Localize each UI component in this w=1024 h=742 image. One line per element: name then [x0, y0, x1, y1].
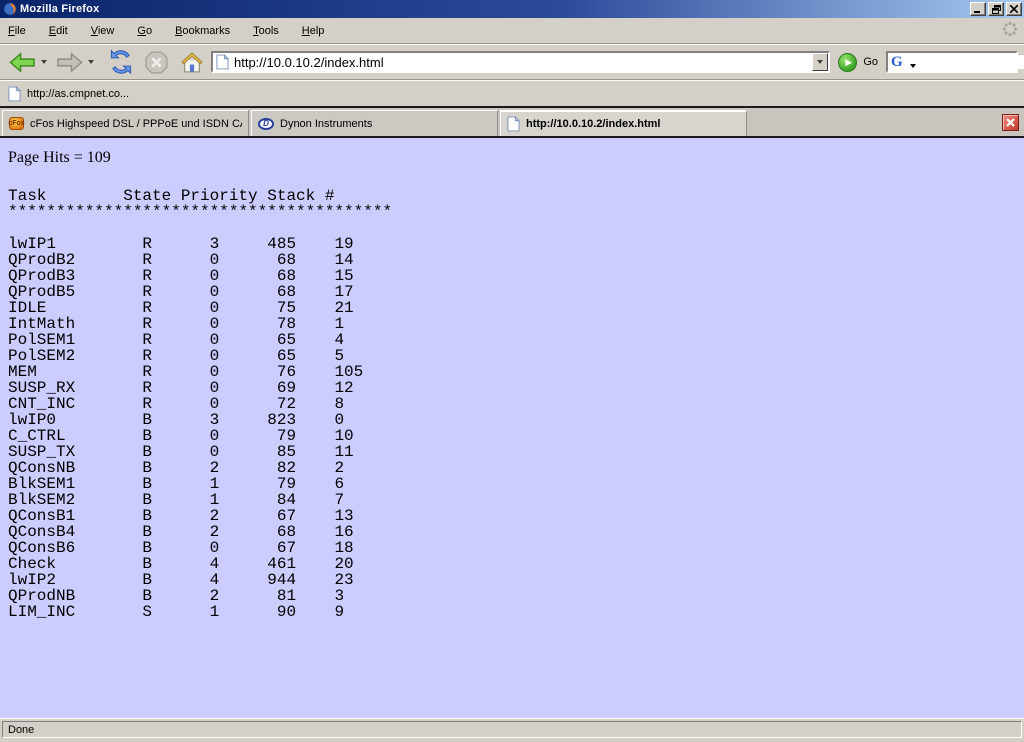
- task-row: QProdB3 R 0 68 15: [8, 268, 1016, 284]
- bookmark-label: http://as.cmpnet.co...: [27, 88, 129, 100]
- task-row: SUSP_RX R 0 69 12: [8, 380, 1016, 396]
- firefox-logo-icon: [3, 2, 17, 16]
- task-table: Task State Priority Stack # ************…: [8, 188, 1016, 620]
- task-table-header: Task State Priority Stack #: [8, 188, 1016, 204]
- task-row: QConsB1 B 2 67 13: [8, 508, 1016, 524]
- google-logo-icon[interactable]: G: [891, 55, 903, 70]
- tab-label: Dynon Instruments: [280, 118, 372, 130]
- title-bar: Mozilla Firefox: [0, 0, 1024, 18]
- reload-button[interactable]: [108, 49, 134, 75]
- menu-bookmarks[interactable]: Bookmarks: [175, 25, 230, 37]
- close-button[interactable]: [1006, 2, 1022, 16]
- home-button[interactable]: [179, 50, 205, 75]
- task-row: QConsNB B 2 82 2: [8, 460, 1016, 476]
- menu-view[interactable]: View: [91, 25, 115, 37]
- url-dropdown-button[interactable]: [812, 53, 828, 71]
- task-row: SUSP_TX B 0 85 11: [8, 444, 1016, 460]
- search-input[interactable]: [916, 55, 1024, 69]
- minimize-button[interactable]: [970, 2, 986, 16]
- task-row: QProdB2 R 0 68 14: [8, 252, 1016, 268]
- task-row: MEM R 0 76 105: [8, 364, 1016, 380]
- task-row: lwIP1 R 3 485 19: [8, 236, 1016, 252]
- menu-tools[interactable]: Tools: [253, 25, 279, 37]
- bookmark-item[interactable]: http://as.cmpnet.co...: [8, 86, 129, 102]
- search-bar: G: [886, 51, 1018, 73]
- task-row: BlkSEM1 B 1 79 6: [8, 476, 1016, 492]
- reload-icon: [108, 49, 134, 75]
- status-field: Done: [2, 721, 1022, 738]
- status-bar: Done: [0, 718, 1024, 742]
- page-hits-text: Page Hits = 109: [8, 149, 1016, 167]
- go-button-label[interactable]: Go: [863, 56, 878, 68]
- back-arrow-icon: [8, 50, 37, 75]
- task-row: BlkSEM2 B 1 84 7: [8, 492, 1016, 508]
- cfos-icon: cFos: [9, 117, 24, 130]
- tab-label: http://10.0.10.2/index.html: [526, 118, 660, 130]
- task-row: IntMath R 0 78 1: [8, 316, 1016, 332]
- task-table-separator: ****************************************: [8, 204, 1016, 220]
- window-title: Mozilla Firefox: [20, 3, 968, 15]
- task-table-spacer: [8, 220, 1016, 236]
- task-row: LIM_INC S 1 90 9: [8, 604, 1016, 620]
- throbber-icon: [1002, 21, 1018, 40]
- tab-1[interactable]: cFos cFos Highspeed DSL / PPPoE und ISDN …: [2, 110, 249, 136]
- page-icon: [507, 116, 520, 132]
- menu-go[interactable]: Go: [137, 25, 152, 37]
- task-row: PolSEM2 R 0 65 5: [8, 348, 1016, 364]
- page-content: Page Hits = 109 Task State Priority Stac…: [0, 138, 1024, 718]
- url-bar: [211, 51, 830, 73]
- browser-window: Mozilla Firefox File Edit View Go Bookmarks T…: [0, 0, 1024, 742]
- forward-button[interactable]: [55, 50, 84, 75]
- stop-button[interactable]: [144, 50, 169, 75]
- task-row: C_CTRL B 0 79 10: [8, 428, 1016, 444]
- tab-label: cFos Highspeed DSL / PPPoE und ISDN CAP.…: [30, 118, 242, 130]
- task-row: IDLE R 0 75 21: [8, 300, 1016, 316]
- page-icon: [216, 54, 229, 70]
- task-row: PolSEM1 R 0 65 4: [8, 332, 1016, 348]
- task-row: Check B 4 461 20: [8, 556, 1016, 572]
- go-button[interactable]: ▶: [838, 53, 857, 72]
- menu-bar-items: File Edit View Go Bookmarks Tools Help: [8, 25, 1002, 37]
- task-row: lwIP0 B 3 823 0: [8, 412, 1016, 428]
- stop-icon: [144, 50, 169, 75]
- menu-file[interactable]: File: [8, 25, 26, 37]
- home-icon: [179, 50, 205, 75]
- back-button[interactable]: [8, 50, 37, 75]
- navigation-toolbar: ▶ Go G: [0, 44, 1024, 80]
- menu-edit[interactable]: Edit: [49, 25, 68, 37]
- dynon-icon: D: [258, 118, 274, 130]
- menu-bar: File Edit View Go Bookmarks Tools Help: [0, 18, 1024, 44]
- forward-arrow-icon: [55, 50, 84, 75]
- back-dropdown-button[interactable]: [41, 60, 47, 64]
- bookmarks-bar: http://as.cmpnet.co...: [0, 80, 1024, 106]
- status-text: Done: [8, 724, 34, 736]
- task-row: QProdB5 R 0 68 17: [8, 284, 1016, 300]
- forward-dropdown-button[interactable]: [88, 60, 94, 64]
- tab-2[interactable]: D Dynon Instruments: [251, 110, 498, 136]
- task-table-rows: lwIP1 R 3 485 19QProdB2 R 0 68 14QProdB3…: [8, 236, 1016, 620]
- tabs-container: cFos cFos Highspeed DSL / PPPoE und ISDN …: [0, 110, 747, 136]
- menu-help[interactable]: Help: [302, 25, 325, 37]
- url-input[interactable]: [234, 54, 812, 70]
- page-icon: [8, 86, 21, 102]
- task-row: QConsB4 B 2 68 16: [8, 524, 1016, 540]
- restore-button[interactable]: [988, 2, 1004, 16]
- tab-strip: cFos cFos Highspeed DSL / PPPoE und ISDN …: [0, 108, 1024, 136]
- close-tab-button[interactable]: [1002, 114, 1019, 131]
- task-row: QProdNB B 2 81 3: [8, 588, 1016, 604]
- task-row: CNT_INC R 0 72 8: [8, 396, 1016, 412]
- task-row: QConsB6 B 0 67 18: [8, 540, 1016, 556]
- tab-3[interactable]: http://10.0.10.2/index.html: [500, 110, 747, 136]
- task-row: lwIP2 B 4 944 23: [8, 572, 1016, 588]
